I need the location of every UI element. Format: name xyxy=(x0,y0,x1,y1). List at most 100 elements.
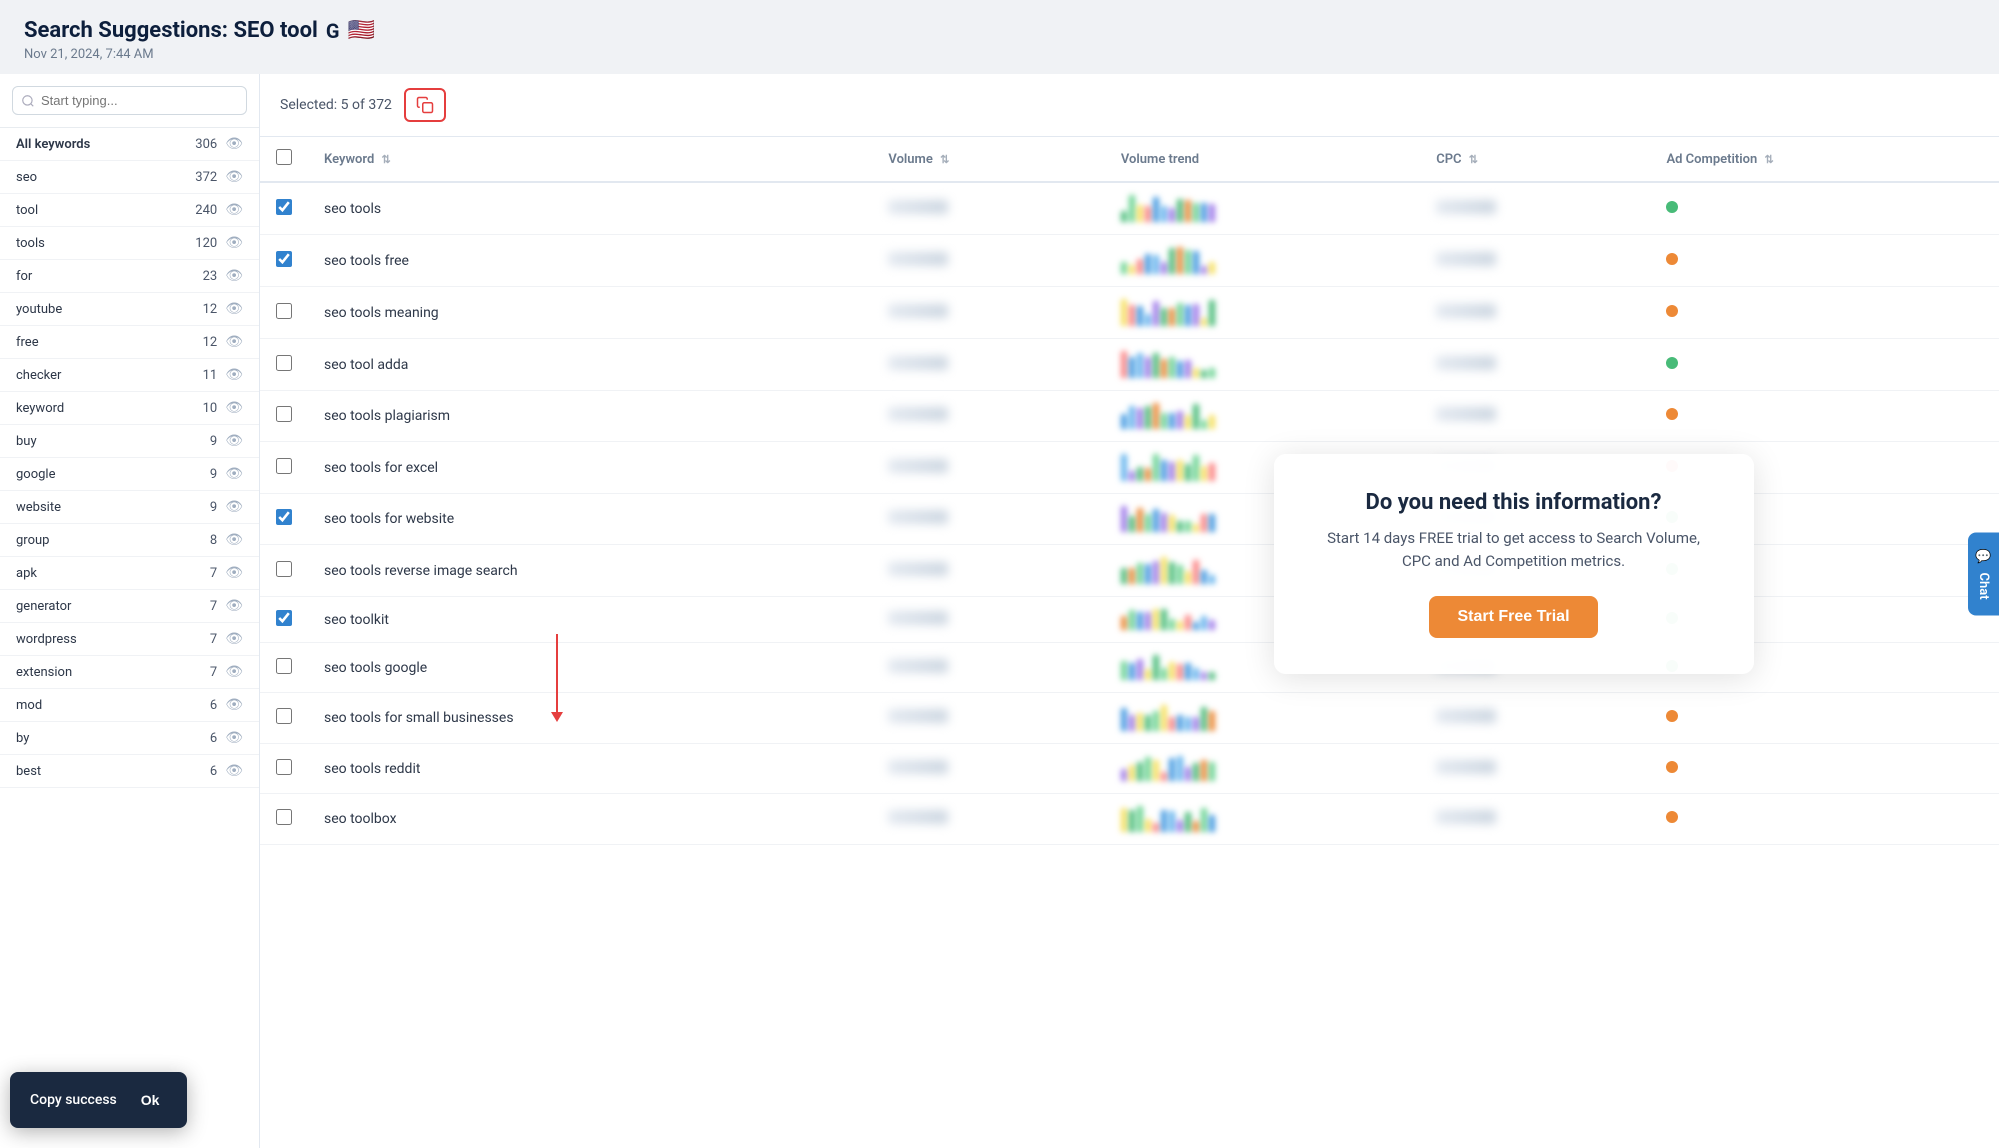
sidebar-keyword-item[interactable]: All keywords 306 👁 xyxy=(0,128,259,161)
row-checkbox[interactable] xyxy=(276,809,292,825)
col-volume: Volume ⇅ xyxy=(872,137,1104,182)
row-ad-competition xyxy=(1650,287,1999,339)
eye-icon[interactable]: 👁 xyxy=(225,730,243,746)
eye-icon[interactable]: 👁 xyxy=(225,466,243,482)
sidebar-keyword-item[interactable]: google 9 👁 xyxy=(0,458,259,491)
keyword-sort-icon: ⇅ xyxy=(382,153,391,166)
keyword-count: 6 xyxy=(210,731,217,746)
sidebar-keyword-item[interactable]: youtube 12 👁 xyxy=(0,293,259,326)
row-keyword: seo tools google xyxy=(308,643,872,693)
eye-icon[interactable]: 👁 xyxy=(225,268,243,284)
row-ad-competition xyxy=(1650,744,1999,794)
row-cpc xyxy=(1420,287,1650,339)
eye-icon[interactable]: 👁 xyxy=(225,400,243,416)
keyword-label: keyword xyxy=(16,401,64,416)
row-keyword: seo tools meaning xyxy=(308,287,872,339)
row-checkbox[interactable] xyxy=(276,406,292,422)
chat-button[interactable]: 💬 Chat xyxy=(1968,533,1999,616)
sidebar-keyword-item[interactable]: free 12 👁 xyxy=(0,326,259,359)
eye-icon[interactable]: 👁 xyxy=(225,565,243,581)
sidebar-keyword-item[interactable]: for 23 👁 xyxy=(0,260,259,293)
row-trend xyxy=(1105,235,1420,287)
row-checkbox[interactable] xyxy=(276,199,292,215)
upsell-overlay: Do you need this information? Start 14 d… xyxy=(1274,454,1754,674)
row-checkbox[interactable] xyxy=(276,708,292,724)
row-ad-competition xyxy=(1650,182,1999,235)
row-trend xyxy=(1105,744,1420,794)
eye-icon[interactable]: 👁 xyxy=(225,631,243,647)
sidebar-keyword-item[interactable]: tool 240 👁 xyxy=(0,194,259,227)
eye-icon[interactable]: 👁 xyxy=(225,202,243,218)
sidebar-keyword-item[interactable]: extension 7 👁 xyxy=(0,656,259,689)
row-checkbox[interactable] xyxy=(276,509,292,525)
row-volume xyxy=(872,494,1104,545)
keyword-count: 7 xyxy=(210,599,217,614)
eye-icon[interactable]: 👁 xyxy=(225,169,243,185)
row-checkbox-cell xyxy=(260,391,308,442)
keyword-count: 9 xyxy=(210,500,217,515)
copy-button[interactable] xyxy=(404,88,446,122)
row-checkbox-cell xyxy=(260,597,308,643)
eye-icon[interactable]: 👁 xyxy=(225,367,243,383)
sidebar-keyword-item[interactable]: wordpress 7 👁 xyxy=(0,623,259,656)
keyword-label: free xyxy=(16,335,39,350)
row-checkbox[interactable] xyxy=(276,303,292,319)
sidebar-keyword-item[interactable]: best 6 👁 xyxy=(0,755,259,788)
table-row: seo tools for small businesses xyxy=(260,693,1999,744)
sidebar-keyword-item[interactable]: mod 6 👁 xyxy=(0,689,259,722)
sidebar-keyword-item[interactable]: keyword 10 👁 xyxy=(0,392,259,425)
row-checkbox[interactable] xyxy=(276,610,292,626)
col-cpc: CPC ⇅ xyxy=(1420,137,1650,182)
sidebar-keyword-item[interactable]: buy 9 👁 xyxy=(0,425,259,458)
sidebar-keyword-item[interactable]: tools 120 👁 xyxy=(0,227,259,260)
toast-ok-button[interactable]: Ok xyxy=(133,1088,168,1112)
row-ad-competition xyxy=(1650,693,1999,744)
sidebar-keyword-item[interactable]: seo 372 👁 xyxy=(0,161,259,194)
row-checkbox[interactable] xyxy=(276,658,292,674)
row-checkbox-cell xyxy=(260,287,308,339)
keyword-count: 306 xyxy=(195,137,217,152)
select-all-checkbox[interactable] xyxy=(276,149,292,165)
row-keyword: seo toolbox xyxy=(308,794,872,845)
start-trial-button[interactable]: Start Free Trial xyxy=(1429,596,1597,638)
copy-toast: Copy success Ok xyxy=(10,1072,187,1128)
row-checkbox[interactable] xyxy=(276,355,292,371)
keyword-count: 9 xyxy=(210,434,217,449)
eye-icon[interactable]: 👁 xyxy=(225,664,243,680)
table-row: seo tools plagiarism xyxy=(260,391,1999,442)
eye-icon[interactable]: 👁 xyxy=(225,499,243,515)
row-checkbox[interactable] xyxy=(276,251,292,267)
sidebar-keyword-item[interactable]: generator 7 👁 xyxy=(0,590,259,623)
row-trend xyxy=(1105,794,1420,845)
eye-icon[interactable]: 👁 xyxy=(225,334,243,350)
row-checkbox-cell xyxy=(260,794,308,845)
row-checkbox[interactable] xyxy=(276,759,292,775)
eye-icon[interactable]: 👁 xyxy=(225,532,243,548)
keyword-label: apk xyxy=(16,566,37,581)
row-volume xyxy=(872,339,1104,391)
row-keyword: seo tools for small businesses xyxy=(308,693,872,744)
eye-icon[interactable]: 👁 xyxy=(225,598,243,614)
keyword-count: 7 xyxy=(210,665,217,680)
search-input[interactable] xyxy=(12,86,247,115)
copy-icon xyxy=(416,96,434,114)
row-keyword: seo tools for excel xyxy=(308,442,872,494)
row-checkbox[interactable] xyxy=(276,561,292,577)
eye-icon[interactable]: 👁 xyxy=(225,136,243,152)
eye-icon[interactable]: 👁 xyxy=(225,763,243,779)
sidebar-keyword-item[interactable]: website 9 👁 xyxy=(0,491,259,524)
sidebar-keyword-item[interactable]: apk 7 👁 xyxy=(0,557,259,590)
eye-icon[interactable]: 👁 xyxy=(225,235,243,251)
eye-icon[interactable]: 👁 xyxy=(225,433,243,449)
keyword-label: tool xyxy=(16,203,38,218)
sidebar-keyword-item[interactable]: group 8 👁 xyxy=(0,524,259,557)
eye-icon[interactable]: 👁 xyxy=(225,697,243,713)
row-checkbox[interactable] xyxy=(276,458,292,474)
row-checkbox-cell xyxy=(260,235,308,287)
sidebar-keyword-item[interactable]: checker 11 👁 xyxy=(0,359,259,392)
row-keyword: seo tools reverse image search xyxy=(308,545,872,597)
sidebar-keyword-item[interactable]: by 6 👁 xyxy=(0,722,259,755)
eye-icon[interactable]: 👁 xyxy=(225,301,243,317)
keyword-label: youtube xyxy=(16,302,62,317)
keyword-label: group xyxy=(16,533,49,548)
